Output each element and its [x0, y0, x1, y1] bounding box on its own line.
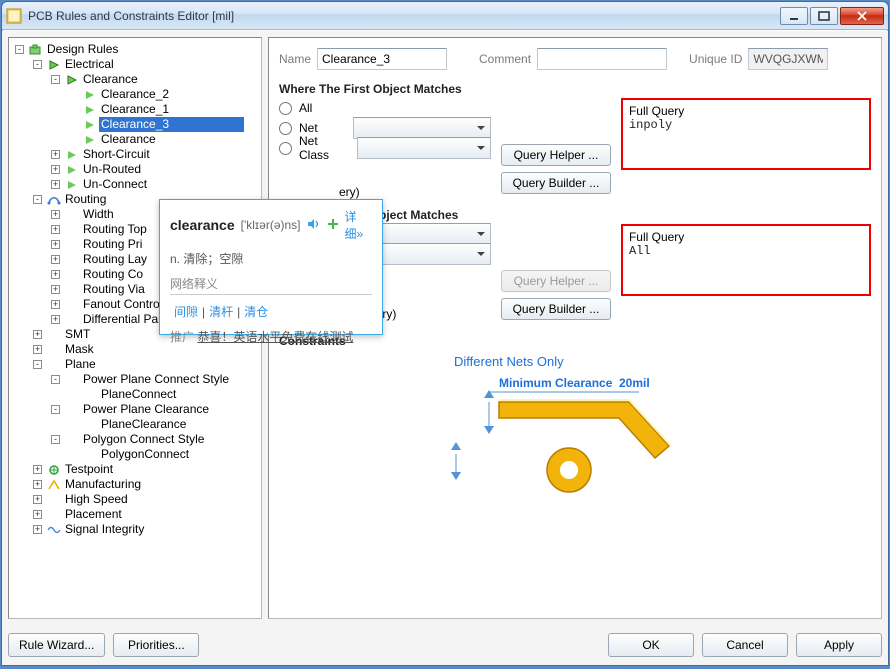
radio-netclass[interactable] [279, 142, 292, 155]
dialog-window: PCB Rules and Constraints Editor [mil] -… [1, 1, 889, 666]
radio-all[interactable] [279, 102, 292, 115]
maximize-button[interactable] [810, 7, 838, 25]
name-input[interactable] [317, 48, 447, 70]
dictionary-popup: clearance ['klɪər(ə)ns] 详细» n. 清除；空隙 网络释… [159, 199, 383, 335]
bottom-bar: Rule Wizard... Priorities... OK Cancel A… [8, 633, 882, 657]
comment-label: Comment [479, 52, 531, 66]
query-builder-button-1[interactable]: Query Builder ... [501, 172, 611, 194]
comment-input[interactable] [537, 48, 667, 70]
name-label: Name [279, 52, 311, 66]
dict-promo-link[interactable]: 恭喜！英语水平免费在线测试 [197, 330, 353, 344]
close-button[interactable] [840, 7, 884, 25]
uid-label: Unique ID [689, 52, 742, 66]
first-object-title: Where The First Object Matches [279, 82, 871, 96]
dict-net-heading: 网络释义 [170, 275, 372, 292]
app-icon [6, 8, 22, 24]
dict-word: clearance [170, 217, 235, 233]
query-helper-button-1[interactable]: Query Helper ... [501, 144, 611, 166]
ok-button[interactable]: OK [608, 633, 694, 657]
second-full-query-box: Full Query All [621, 224, 871, 296]
dict-detail-link[interactable]: 详细» [345, 208, 372, 242]
cancel-button[interactable]: Cancel [702, 633, 788, 657]
constraints-graphic: Different Nets Only Minimum Clearance 20… [279, 354, 871, 514]
first-object-radios: All Net Net Class ery) [279, 98, 491, 202]
uid-field [748, 48, 828, 70]
combo-netclass[interactable] [357, 137, 491, 159]
first-full-query-box: Full Query inpoly [621, 98, 871, 170]
dict-links: 间隙|清杆|清仓 [170, 303, 372, 320]
second-object-title: d Object Matches [359, 208, 871, 222]
minimize-button[interactable] [780, 7, 808, 25]
titlebar[interactable]: PCB Rules and Constraints Editor [mil] [2, 2, 888, 30]
dict-phonetic: ['klɪər(ə)ns] [241, 218, 301, 232]
query-builder-button-2[interactable]: Query Builder ... [501, 298, 611, 320]
priorities-button[interactable]: Priorities... [113, 633, 199, 657]
speaker-icon[interactable] [307, 218, 321, 233]
apply-button[interactable]: Apply [796, 633, 882, 657]
rule-wizard-button[interactable]: Rule Wizard... [8, 633, 105, 657]
dict-definition: n. 清除；空隙 [170, 250, 372, 267]
window-title: PCB Rules and Constraints Editor [mil] [28, 9, 780, 23]
tree-selected[interactable]: Clearance_3 [99, 117, 244, 132]
radio-net[interactable] [279, 122, 292, 135]
combo-net[interactable] [353, 117, 491, 139]
add-icon[interactable] [327, 218, 339, 233]
query-helper-button-2: Query Helper ... [501, 270, 611, 292]
